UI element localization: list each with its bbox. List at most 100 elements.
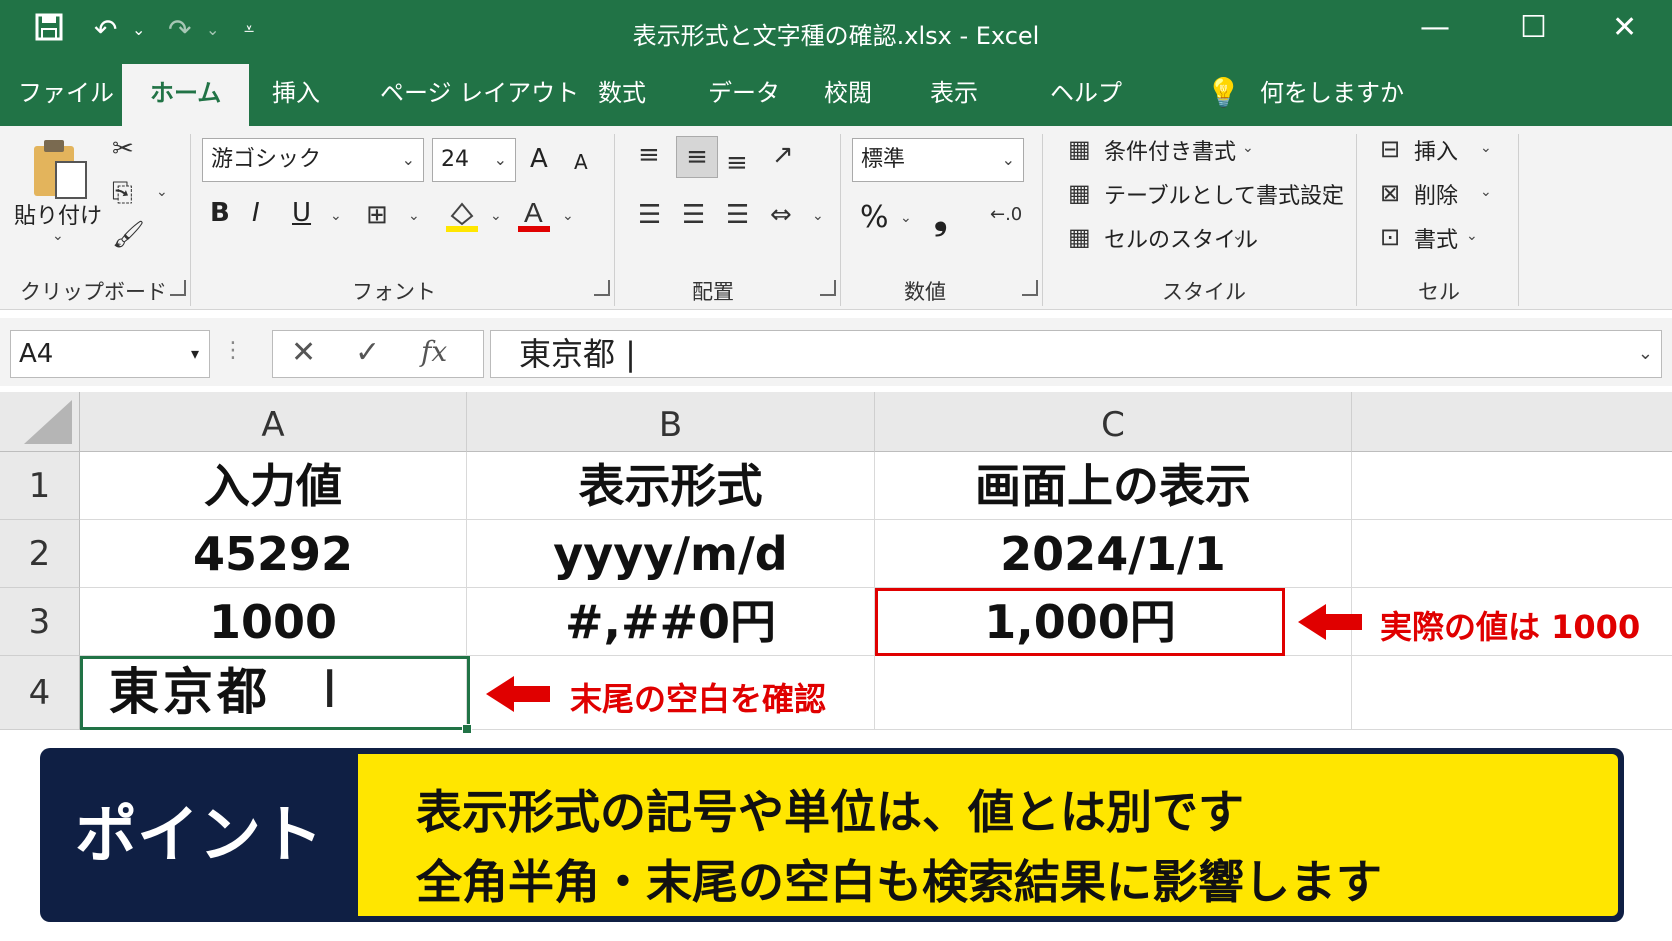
tell-me-search[interactable]: 何をしますか (1260, 76, 1404, 126)
cell-c1[interactable]: 画面上の表示 (875, 452, 1352, 520)
expand-formula-icon[interactable]: ⌄ (1638, 331, 1653, 377)
decimal-icon[interactable]: ←.0 (990, 200, 1022, 230)
align-bottom-icon[interactable]: ≡ (726, 148, 748, 178)
row-header-4[interactable]: 4 (0, 656, 80, 730)
active-cell-a4[interactable]: 東京都 (80, 656, 470, 730)
cell-d1[interactable] (1352, 452, 1672, 520)
cell-b2[interactable]: yyyy/m/d (467, 520, 875, 588)
font-color-dropdown-icon[interactable]: ⌄ (562, 208, 574, 224)
tab-file[interactable]: ファイル (18, 76, 114, 126)
cell-styles-icon[interactable]: ▦ (1068, 222, 1091, 252)
alignment-launcher-icon[interactable] (820, 280, 836, 296)
cut-icon[interactable]: ✂ (112, 134, 134, 164)
insert-cells-button[interactable]: 挿入 (1414, 134, 1458, 166)
align-left-icon[interactable]: ☰ (638, 200, 661, 230)
shrink-font-button[interactable]: A (574, 150, 588, 174)
orientation-icon[interactable]: ↗ (772, 140, 794, 170)
column-header-b[interactable]: B (467, 392, 875, 452)
fill-color-dropdown-icon[interactable]: ⌄ (490, 208, 502, 224)
tab-help[interactable]: ヘルプ (1050, 76, 1122, 126)
c3-highlight-box: 1,000円 (875, 588, 1285, 656)
insert-cells-icon[interactable]: ⊟ (1380, 134, 1400, 164)
delete-cells-icon[interactable]: ⊠ (1380, 178, 1400, 208)
merge-dropdown-icon[interactable]: ⌄ (812, 208, 824, 224)
formula-content: 東京都 | (519, 335, 636, 373)
cell-c2[interactable]: 2024/1/1 (875, 520, 1352, 588)
ribbon: 貼り付け ⌄ ✂ ⎘ ⌄ 🖌 クリップボード 游ゴシック ⌄ 24 ⌄ A A B … (0, 126, 1672, 310)
cell-a2[interactable]: 45292 (80, 520, 467, 588)
font-size-dropdown[interactable]: 24 ⌄ (432, 138, 516, 182)
paste-dropdown-icon[interactable]: ⌄ (52, 228, 64, 244)
bold-button[interactable]: B (210, 198, 230, 228)
row-header-1[interactable]: 1 (0, 452, 80, 520)
align-center-icon[interactable]: ☰ (682, 200, 705, 230)
accounting-dropdown-icon[interactable]: ⌄ (900, 210, 912, 226)
underline-button[interactable]: U (292, 198, 311, 228)
align-top-icon[interactable]: ≡ (638, 140, 660, 170)
format-painter-icon[interactable]: 🖌 (112, 220, 145, 250)
font-name-dropdown[interactable]: 游ゴシック ⌄ (202, 138, 424, 182)
number-launcher-icon[interactable] (1022, 280, 1038, 296)
format-as-table-icon[interactable]: ▦ (1068, 178, 1091, 208)
borders-dropdown-icon[interactable]: ⌄ (408, 208, 420, 224)
clipboard-launcher-icon[interactable] (170, 280, 186, 296)
grow-font-button[interactable]: A (530, 144, 548, 174)
point-line-1: 表示形式の記号や単位は、値とは別です (416, 785, 1244, 839)
close-icon[interactable]: ✕ (1612, 10, 1637, 46)
cell-d4[interactable] (1352, 656, 1672, 730)
tab-insert[interactable]: 挿入 (272, 76, 320, 126)
copy-dropdown-icon[interactable]: ⌄ (156, 184, 168, 200)
tab-data[interactable]: データ (708, 76, 780, 126)
paste-icon[interactable] (30, 138, 90, 204)
cell-b1[interactable]: 表示形式 (467, 452, 875, 520)
underline-dropdown-icon[interactable]: ⌄ (330, 208, 342, 224)
percent-button[interactable]: % (860, 200, 889, 235)
cell-d2[interactable] (1352, 520, 1672, 588)
borders-icon[interactable]: ⊞ (366, 200, 388, 230)
row-header-3[interactable]: 3 (0, 588, 80, 656)
copy-icon[interactable]: ⎘ (112, 178, 133, 208)
select-all-corner[interactable] (0, 392, 80, 452)
row-header-2[interactable]: 2 (0, 520, 80, 588)
lightbulb-icon[interactable]: 💡 (1206, 76, 1241, 126)
minimize-icon[interactable]: — (1420, 10, 1450, 46)
paste-button[interactable]: 貼り付け (14, 198, 102, 230)
cell-b3[interactable]: #,##0円 (467, 588, 875, 656)
format-as-table-button[interactable]: テーブルとして書式設定 (1104, 178, 1344, 210)
conditional-format-icon[interactable]: ▦ (1068, 134, 1091, 164)
insert-function-button[interactable]: fx (421, 335, 447, 368)
cells-group-label: セル (1418, 280, 1460, 304)
column-header-a[interactable]: A (80, 392, 467, 452)
tab-page-layout[interactable]: ページ レイアウト (380, 76, 579, 126)
fill-handle[interactable] (462, 724, 472, 734)
maximize-icon[interactable]: ☐ (1520, 10, 1547, 46)
format-cells-button[interactable]: 書式 (1414, 222, 1458, 254)
cell-a1[interactable]: 入力値 (80, 452, 467, 520)
align-middle-icon[interactable]: ≡ (676, 136, 718, 178)
italic-button[interactable]: I (252, 198, 260, 228)
delete-cells-button[interactable]: 削除 (1414, 178, 1458, 210)
column-header-d[interactable] (1352, 392, 1672, 452)
formula-input[interactable]: 東京都 | ⌄ (490, 330, 1662, 378)
format-cells-icon[interactable]: ⊡ (1380, 222, 1400, 252)
font-launcher-icon[interactable] (594, 280, 610, 296)
tab-view[interactable]: 表示 (930, 76, 978, 126)
tab-review[interactable]: 校閲 (824, 76, 872, 126)
cancel-icon[interactable]: ✕ (291, 335, 316, 370)
enter-icon[interactable]: ✓ (355, 335, 380, 370)
comma-style-button[interactable]: ❟ (934, 198, 947, 238)
name-box[interactable]: A4 ▾ (10, 330, 210, 378)
align-right-icon[interactable]: ☰ (726, 200, 749, 230)
tab-formulas[interactable]: 数式 (598, 76, 646, 126)
text-cursor-icon: I (322, 660, 338, 720)
merge-center-icon[interactable]: ⇔ (770, 200, 792, 230)
column-header-c[interactable]: C (875, 392, 1352, 452)
more-icon: ⋮ (222, 338, 244, 363)
fill-color-icon[interactable] (446, 198, 478, 238)
cell-c4[interactable] (875, 656, 1352, 730)
cell-a3[interactable]: 1000 (80, 588, 467, 656)
font-color-icon[interactable]: A (518, 196, 550, 238)
tab-home[interactable]: ホーム (122, 64, 250, 126)
conditional-format-button[interactable]: 条件付き書式 (1104, 134, 1236, 166)
number-format-dropdown[interactable]: 標準 ⌄ (852, 138, 1024, 182)
